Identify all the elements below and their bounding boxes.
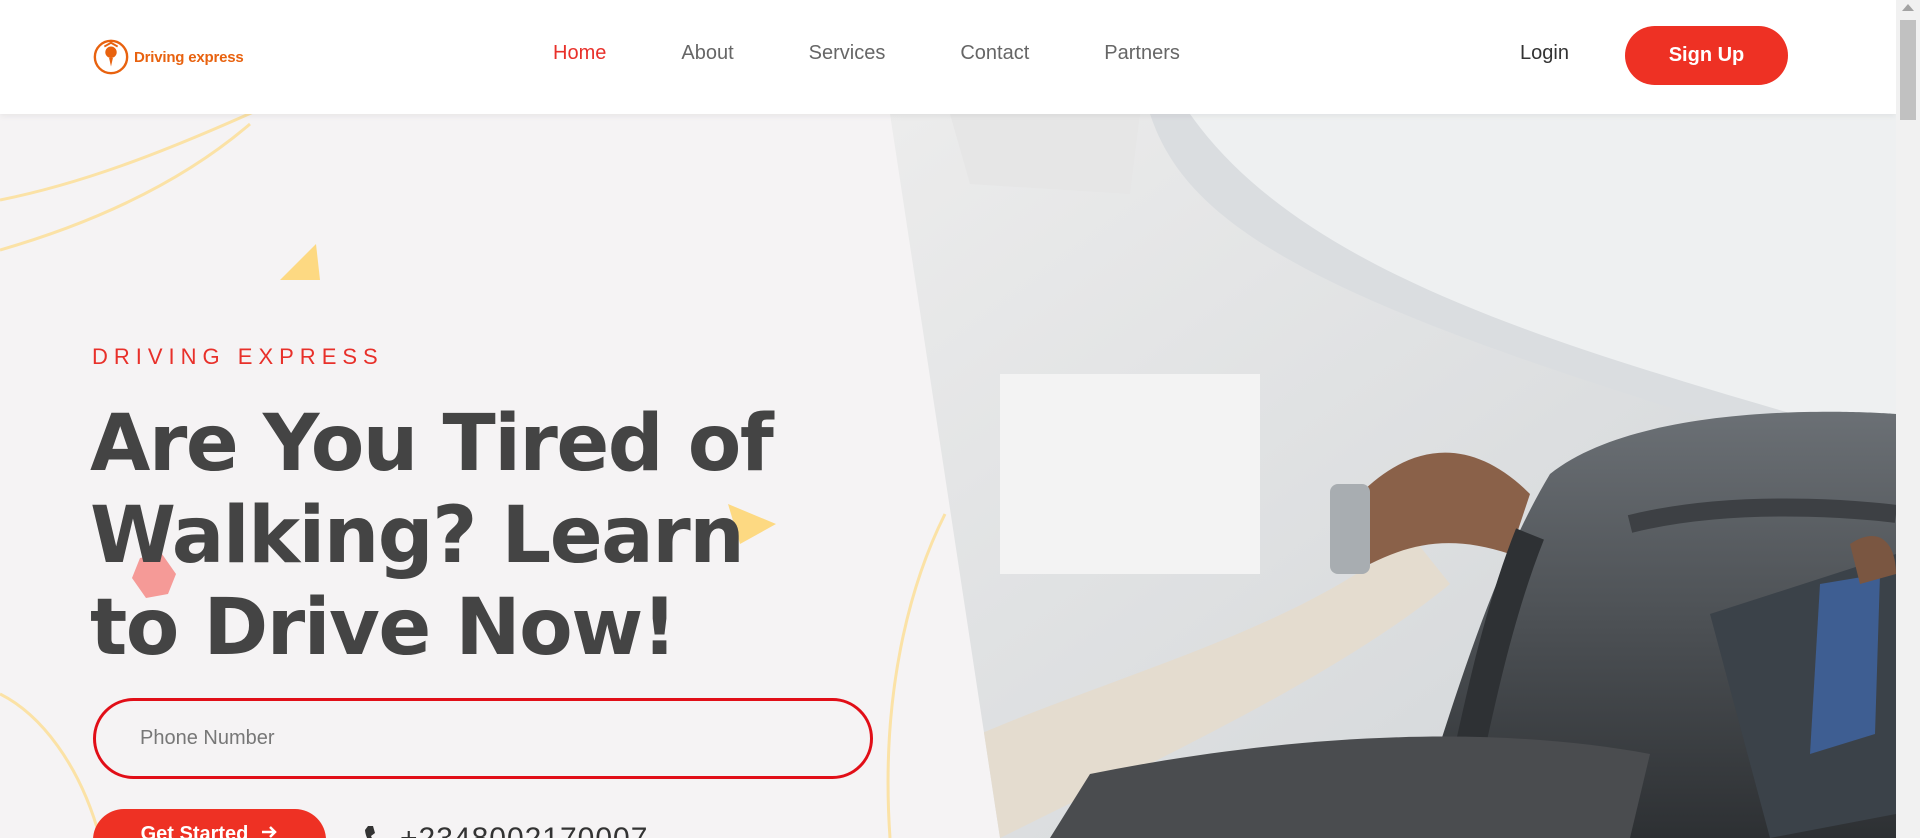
page-scrollbar[interactable]	[1896, 0, 1920, 838]
scroll-thumb[interactable]	[1900, 20, 1916, 120]
nav-item-about[interactable]: About	[681, 42, 733, 65]
scroll-up-arrow-icon[interactable]	[1902, 4, 1914, 11]
nav-item-services[interactable]: Services	[809, 42, 886, 65]
phone-number: +2348002170007	[400, 822, 648, 838]
brand-name: Driving express	[134, 48, 244, 66]
hero-eyebrow: DRIVING EXPRESS	[92, 344, 384, 369]
get-started-label: Get Started	[140, 823, 249, 838]
hero-headline: Are You Tired of Walking? Learn to Drive…	[90, 399, 774, 673]
site-header: Driving express Home About Services Cont…	[0, 0, 1896, 114]
hero-driver-photo	[890, 114, 1896, 838]
signup-button[interactable]: Sign Up	[1625, 26, 1788, 85]
arrow-right-icon	[262, 826, 278, 838]
steering-person-icon	[93, 39, 129, 75]
contact-phone[interactable]: +2348002170007	[362, 822, 648, 838]
phone-number-input[interactable]	[93, 698, 873, 779]
nav-item-contact[interactable]: Contact	[960, 42, 1029, 65]
brand-logo[interactable]: Driving express	[92, 38, 244, 76]
nav-item-partners[interactable]: Partners	[1104, 42, 1180, 65]
main-nav: Home About Services Contact Partners	[553, 42, 1255, 65]
phone-icon	[365, 826, 375, 838]
get-started-button[interactable]: Get Started	[93, 809, 326, 838]
login-link[interactable]: Login	[1520, 42, 1569, 65]
nav-item-home[interactable]: Home	[553, 42, 606, 65]
